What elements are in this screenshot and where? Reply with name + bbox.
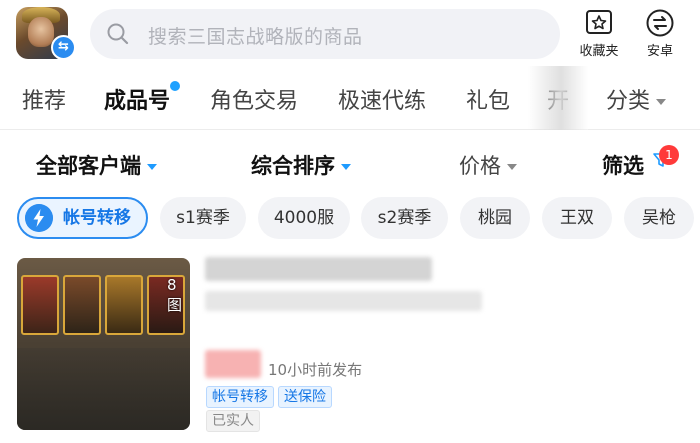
sort-filter[interactable]: 综合排序 [251, 150, 351, 180]
tag-chips: 帐号转移 s1赛季 4000服 s2赛季 桃园 王双 吴枪 [0, 193, 700, 245]
switch-circle-icon [646, 9, 674, 37]
favorites-button[interactable]: 收藏夹 [574, 8, 624, 64]
tab-fast-leveling[interactable]: 极速代练 [338, 83, 426, 115]
tab-role-trade[interactable]: 角色交易 [210, 83, 298, 115]
search-icon [107, 23, 129, 45]
tag-account-transfer: 帐号转移 [206, 386, 274, 408]
price-filter-label: 价格 [459, 154, 501, 178]
screen-filter-label: 筛选 [602, 154, 644, 178]
avatar-face [28, 17, 54, 47]
category-tabs: 推荐 成品号 角色交易 极速代练 礼包 开 分类 [0, 66, 700, 130]
filter-bar: 全部客户端 综合排序 价格 筛选 1 [0, 131, 700, 193]
lightning-icon [25, 204, 53, 232]
image-count: 8图 [167, 276, 183, 314]
hero-card-image [105, 275, 143, 335]
tag-verified: 已实人 [206, 410, 260, 432]
new-dot-badge [168, 79, 182, 93]
platform-button[interactable]: 安卓 [635, 8, 685, 64]
platform-label: 安卓 [646, 44, 673, 59]
chevron-down-icon [341, 164, 351, 170]
category-dropdown[interactable]: 分类 [606, 83, 667, 115]
top-header: ⇆ 搜索三国志战略版的商品 收藏夹 安卓 [0, 0, 700, 66]
price-filter[interactable]: 价格 [459, 150, 517, 180]
chevron-down-icon [656, 99, 667, 105]
product-card[interactable]: 8图 10小时前发布 帐号转移 送保险 已实人 [0, 245, 700, 443]
tab-recommend[interactable]: 推荐 [22, 83, 66, 115]
chip-server-4000[interactable]: 4000服 [258, 197, 350, 239]
search-placeholder: 搜索三国志战略版的商品 [148, 26, 363, 48]
star-box-icon [586, 10, 612, 34]
screen-filter[interactable]: 筛选 [602, 150, 644, 180]
chip-season-s1[interactable]: s1赛季 [160, 197, 246, 239]
tab-scroll-fade [528, 66, 588, 130]
chip-wangshuang[interactable]: 王双 [542, 197, 612, 239]
category-label: 分类 [606, 89, 651, 114]
chip-season-s2[interactable]: s2赛季 [361, 197, 448, 239]
favorites-label: 收藏夹 [579, 44, 619, 59]
thumbnail-shade [17, 348, 190, 430]
chip-account-transfer[interactable]: 帐号转移 [17, 197, 148, 239]
search-bar[interactable]: 搜索三国志战略版的商品 [90, 9, 560, 59]
chip-wuqiang[interactable]: 吴枪 [624, 197, 694, 239]
redacted-title [205, 257, 432, 281]
product-thumbnail[interactable]: 8图 [17, 258, 190, 430]
filter-count-badge: 1 [659, 145, 679, 165]
client-filter[interactable]: 全部客户端 [36, 150, 157, 180]
tab-finished-account[interactable]: 成品号 [104, 83, 170, 115]
redacted-subtitle [205, 291, 482, 311]
client-filter-label: 全部客户端 [36, 154, 141, 178]
chevron-down-icon [147, 164, 157, 170]
publish-time: 10小时前发布 [268, 361, 363, 379]
chip-account-transfer-label: 帐号转移 [63, 208, 131, 228]
tag-insurance: 送保险 [278, 386, 332, 408]
hero-card-image [21, 275, 59, 335]
tab-gift-pack[interactable]: 礼包 [466, 83, 510, 115]
hero-card-image [63, 275, 101, 335]
redacted-price [205, 350, 261, 378]
chip-taoyuan[interactable]: 桃园 [460, 197, 530, 239]
switch-game-icon[interactable]: ⇆ [51, 35, 76, 60]
chevron-down-icon [507, 164, 517, 170]
sort-filter-label: 综合排序 [251, 154, 335, 178]
